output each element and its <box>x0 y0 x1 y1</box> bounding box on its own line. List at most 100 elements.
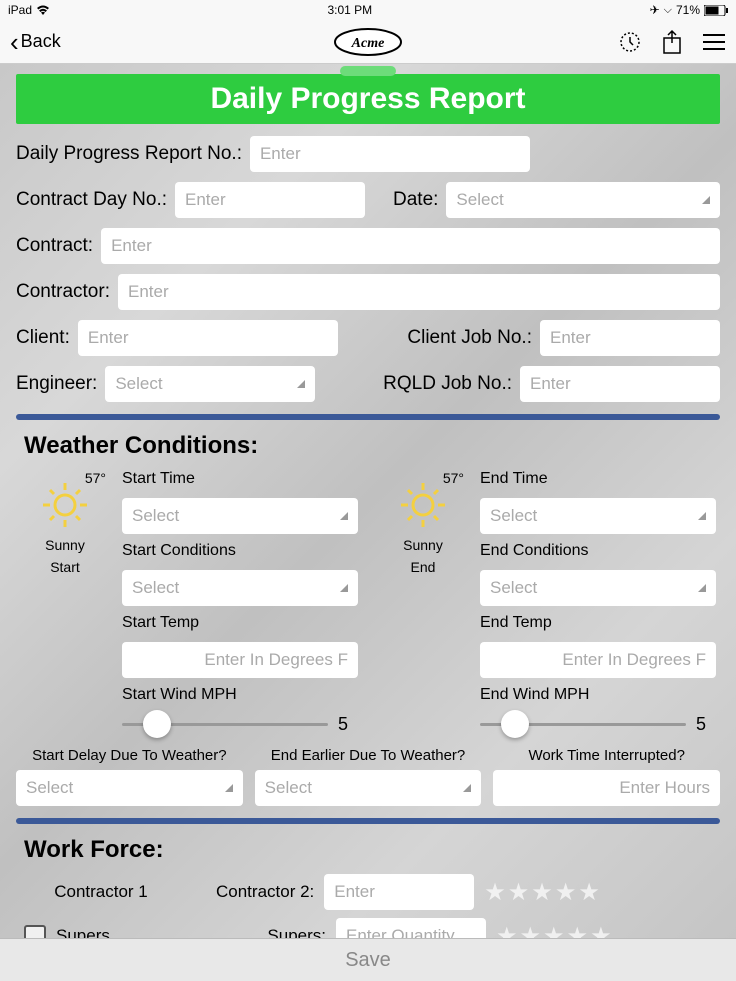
start-time-select[interactable]: Select <box>122 498 358 534</box>
contractor-label: Contractor: <box>16 281 110 303</box>
acme-logo: Acme <box>333 27 403 57</box>
end-time-select[interactable]: Select <box>480 498 716 534</box>
end-wind-value: 5 <box>696 714 716 735</box>
content-area: Daily Progress Report Daily Progress Rep… <box>0 64 736 938</box>
star-icon[interactable]: ★ <box>578 878 600 907</box>
battery-pct: 71% <box>676 3 700 17</box>
contract-day-input[interactable]: Enter <box>175 182 365 218</box>
slider-thumb[interactable] <box>143 710 171 738</box>
drag-handle <box>340 66 396 76</box>
sun-icon <box>40 480 90 530</box>
end-condition: Sunny <box>378 537 468 553</box>
star-icon[interactable]: ★ <box>567 922 589 939</box>
engineer-select[interactable]: Select <box>105 366 315 402</box>
dropdown-caret-icon <box>463 784 471 792</box>
star-icon[interactable]: ★ <box>555 878 577 907</box>
status-time: 3:01 PM <box>50 3 650 17</box>
star-icon[interactable]: ★ <box>484 878 506 907</box>
share-icon[interactable] <box>660 30 684 54</box>
start-temp-input[interactable]: Enter In Degrees F <box>122 642 358 678</box>
star-icon[interactable]: ★ <box>520 922 542 939</box>
location-icon: ✈ <box>650 3 660 17</box>
save-button[interactable]: Save <box>0 938 736 981</box>
end-time-label: End Time <box>480 470 716 488</box>
wifi-icon <box>36 5 50 15</box>
bluetooth-icon: ⌵ <box>664 4 672 17</box>
history-icon[interactable] <box>618 30 642 54</box>
contractor-input[interactable]: Enter <box>118 274 720 310</box>
start-delay-label: Start Delay Due To Weather? <box>16 747 243 764</box>
back-button[interactable]: ‹ Back <box>10 29 61 55</box>
client-job-no-label: Client Job No.: <box>407 327 532 349</box>
workforce-section-title: Work Force: <box>24 836 720 864</box>
end-cond-select[interactable]: Select <box>480 570 716 606</box>
end-temp-input[interactable]: Enter In Degrees F <box>480 642 716 678</box>
dropdown-caret-icon <box>297 380 305 388</box>
back-label: Back <box>21 31 61 52</box>
end-wind-slider[interactable] <box>480 723 686 726</box>
contractor2-rating[interactable]: ★★★★★ <box>484 878 600 907</box>
star-icon[interactable]: ★ <box>531 878 553 907</box>
star-icon[interactable]: ★ <box>508 878 530 907</box>
supers2-label: Supers: <box>216 926 326 938</box>
section-divider <box>16 818 720 824</box>
start-cond-label: Start Conditions <box>122 542 358 560</box>
star-icon[interactable]: ★ <box>590 922 612 939</box>
back-chevron-icon: ‹ <box>10 29 19 55</box>
star-icon[interactable]: ★ <box>543 922 565 939</box>
start-phase-label: Start <box>20 559 110 575</box>
weather-section-title: Weather Conditions: <box>24 432 720 460</box>
start-time-label: Start Time <box>122 470 358 488</box>
contractor2-input[interactable]: Enter <box>324 874 474 910</box>
engineer-label: Engineer: <box>16 373 97 395</box>
section-divider <box>16 414 720 420</box>
menu-icon[interactable] <box>702 30 726 54</box>
end-temp-value: 57° <box>443 470 464 486</box>
rqld-job-no-label: RQLD Job No.: <box>383 373 512 395</box>
end-phase-label: End <box>378 559 468 575</box>
end-wind-label: End Wind MPH <box>480 686 716 704</box>
end-earlier-select[interactable]: Select <box>255 770 482 806</box>
contractor2-label: Contractor 2: <box>216 882 314 902</box>
slider-thumb[interactable] <box>501 710 529 738</box>
status-bar: iPad 3:01 PM ✈ ⌵ 71% <box>0 0 736 20</box>
nav-bar: ‹ Back Acme <box>0 20 736 64</box>
client-label: Client: <box>16 327 70 349</box>
start-delay-select[interactable]: Select <box>16 770 243 806</box>
svg-text:Acme: Acme <box>351 36 385 51</box>
rqld-job-no-input[interactable]: Enter <box>520 366 720 402</box>
start-cond-select[interactable]: Select <box>122 570 358 606</box>
client-job-no-input[interactable]: Enter <box>540 320 720 356</box>
contract-input[interactable]: Enter <box>101 228 720 264</box>
client-input[interactable]: Enter <box>78 320 338 356</box>
report-no-input[interactable]: Enter <box>250 136 530 172</box>
date-select[interactable]: Select <box>446 182 720 218</box>
interrupted-label: Work Time Interrupted? <box>493 747 720 764</box>
supers1-label: Supers <box>56 926 110 938</box>
start-wind-label: Start Wind MPH <box>122 686 358 704</box>
sun-icon <box>398 480 448 530</box>
supers-checkbox[interactable] <box>24 925 46 938</box>
dropdown-caret-icon <box>702 196 710 204</box>
start-wind-value: 5 <box>338 714 358 735</box>
page-title-banner: Daily Progress Report <box>16 74 720 124</box>
supers2-rating[interactable]: ★★★★★ <box>496 922 612 939</box>
page-title: Daily Progress Report <box>210 82 525 115</box>
device-label: iPad <box>8 3 32 17</box>
start-condition: Sunny <box>20 537 110 553</box>
report-no-label: Daily Progress Report No.: <box>16 143 242 165</box>
end-temp-label: End Temp <box>480 614 716 632</box>
dropdown-caret-icon <box>698 512 706 520</box>
start-wind-slider[interactable] <box>122 723 328 726</box>
dropdown-caret-icon <box>225 784 233 792</box>
start-temp-label: Start Temp <box>122 614 358 632</box>
contractor1-label: Contractor 1 <box>16 882 186 902</box>
start-temp-value: 57° <box>85 470 106 486</box>
star-icon[interactable]: ★ <box>496 922 518 939</box>
interrupted-input[interactable]: Enter Hours <box>493 770 720 806</box>
dropdown-caret-icon <box>340 584 348 592</box>
end-cond-label: End Conditions <box>480 542 716 560</box>
dropdown-caret-icon <box>340 512 348 520</box>
supers2-input[interactable]: Enter Quantity <box>336 918 486 938</box>
contract-label: Contract: <box>16 235 93 257</box>
